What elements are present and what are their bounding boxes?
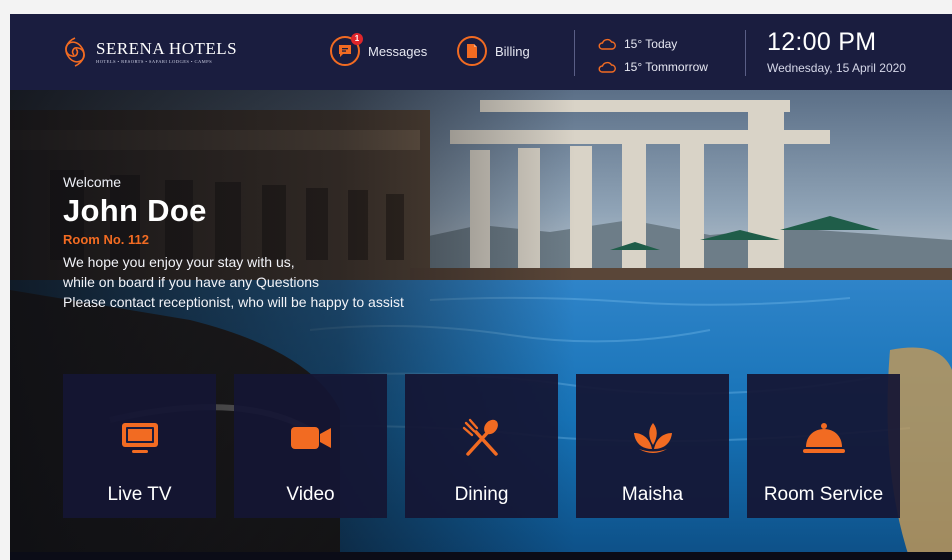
welcome-message-line: We hope you enjoy your stay with us,	[63, 254, 295, 270]
document-icon	[457, 36, 487, 66]
billing-label: Billing	[495, 43, 530, 59]
tile-video[interactable]: Video	[234, 374, 387, 518]
header-divider	[745, 30, 746, 76]
weather-today: 15° Today	[598, 34, 708, 54]
billing-button[interactable]: Billing	[457, 36, 530, 66]
chat-icon: 1	[330, 33, 363, 66]
video-camera-icon	[290, 418, 332, 458]
tile-live-tv[interactable]: Live TV	[63, 374, 216, 518]
tv-icon	[120, 418, 160, 458]
current-time: 12:00 PM	[767, 28, 877, 56]
brand-logo: SERENA HOTELS HOTELS • RESORTS • SAFARI …	[62, 36, 237, 68]
room-number: Room No. 112	[63, 232, 149, 247]
brand-name: SERENA HOTELS	[96, 38, 238, 58]
weather-today-text: 15° Today	[624, 37, 678, 51]
welcome-message: We hope you enjoy your stay with us, whi…	[63, 252, 404, 312]
brand-tagline: HOTELS • RESORTS • SAFARI LODGES • CAMPS	[96, 58, 213, 64]
fork-spoon-icon	[462, 418, 502, 458]
welcome-label: Welcome	[63, 174, 122, 190]
cloud-icon	[598, 61, 616, 73]
welcome-message-line: Please contact receptionist, who will be…	[63, 294, 404, 310]
welcome-panel: Welcome John Doe Room No. 112 We hope yo…	[63, 174, 404, 312]
messages-label: Messages	[368, 43, 428, 59]
cloud-icon	[598, 38, 616, 50]
tv-screen: SERENA HOTELS HOTELS • RESORTS • SAFARI …	[10, 14, 952, 560]
tile-label: Video	[286, 484, 335, 505]
messages-button[interactable]: 1 Messages	[330, 33, 428, 66]
header-divider	[574, 30, 575, 76]
guest-name: John Doe	[63, 193, 207, 228]
tile-dining[interactable]: Dining	[405, 374, 558, 518]
tile-label: Maisha	[621, 484, 684, 505]
weather-tomorrow: 15° Tommorrow	[598, 57, 708, 77]
tile-label: Live TV	[107, 484, 172, 505]
screen-bezel	[10, 552, 952, 560]
menu-tiles: Live TV Video Dining Maisha Room Service	[63, 374, 900, 518]
tile-room-service[interactable]: Room Service	[747, 374, 900, 518]
tile-label: Dining	[454, 484, 509, 505]
weather-tomorrow-text: 15° Tommorrow	[624, 60, 708, 74]
serena-logo-icon	[65, 37, 85, 67]
messages-badge: 1	[351, 33, 363, 45]
weather-forecast: 15° Today 15° Tommorrow	[598, 34, 708, 80]
top-bar: SERENA HOTELS HOTELS • RESORTS • SAFARI …	[10, 14, 952, 90]
cloche-icon	[801, 418, 847, 458]
current-date: Wednesday, 15 April 2020	[767, 61, 906, 75]
tile-maisha[interactable]: Maisha	[576, 374, 729, 518]
welcome-message-line: while on board if you have any Questions	[63, 274, 320, 290]
lotus-icon	[631, 418, 675, 458]
tile-label: Room Service	[763, 484, 884, 505]
clock: 12:00 PM Wednesday, 15 April 2020	[767, 28, 906, 75]
